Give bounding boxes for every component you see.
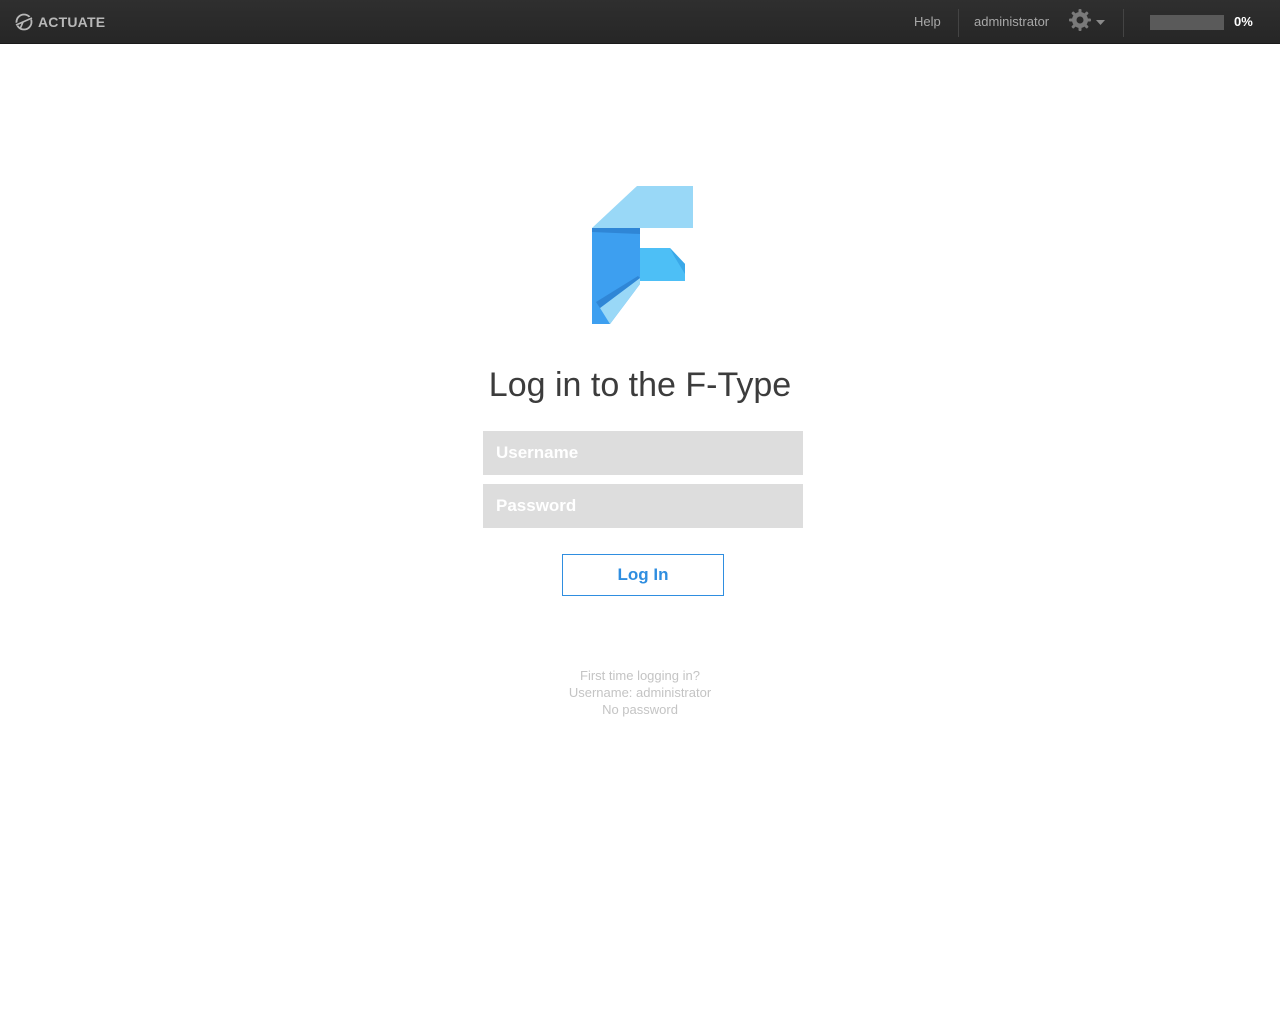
first-login-hint: First time logging in? Username: adminis…	[0, 667, 1280, 718]
user-name: administrator	[974, 14, 1050, 29]
actuate-logo-icon	[14, 12, 34, 32]
top-bar: ACTUATE Help administrator 0%	[0, 0, 1280, 44]
progress-bar	[1150, 15, 1224, 30]
username-input[interactable]	[483, 431, 803, 475]
brand-name: ACTUATE	[38, 14, 106, 30]
progress-percent: 0%	[1234, 14, 1253, 29]
caret-down-icon	[1096, 13, 1105, 31]
hint-line: No password	[602, 702, 678, 717]
header-divider	[958, 9, 959, 37]
header-divider	[1123, 9, 1124, 37]
hint-line: First time logging in?	[580, 668, 700, 683]
help-link[interactable]: Help	[908, 12, 947, 32]
settings-menu-button[interactable]	[1068, 8, 1110, 37]
f-type-logo	[590, 184, 696, 333]
password-input[interactable]	[483, 484, 803, 528]
actuate-brand[interactable]: ACTUATE	[14, 10, 105, 34]
login-button[interactable]: Log In	[562, 554, 724, 596]
gear-icon	[1068, 8, 1092, 37]
page-title: Log in to the F-Type	[488, 366, 792, 404]
hint-line: Username: administrator	[568, 685, 712, 700]
